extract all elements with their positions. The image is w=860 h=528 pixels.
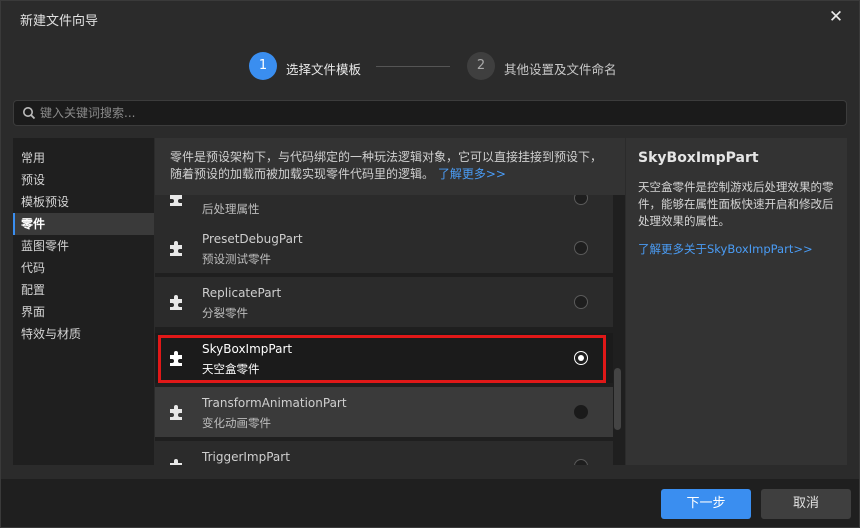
list-item-desc: 分裂零件 [202, 306, 248, 320]
sidebar-item-common[interactable]: 常用 [13, 147, 154, 169]
wizard-steps: 1 选择文件模板 2 其他设置及文件命名 [1, 51, 859, 83]
description-line-2: 随着预设的加载而被加载实现零件代码里的逻辑。 [170, 167, 435, 181]
list-item-desc: 变化动画零件 [202, 416, 271, 430]
list-item-name: TransformAnimationPart [202, 396, 347, 410]
list-item-radio[interactable] [574, 459, 588, 465]
puzzle-icon [170, 405, 182, 420]
sidebar-item-code[interactable]: 代码 [13, 257, 154, 279]
step-1-circle: 1 [249, 52, 277, 80]
step-2-label: 其他设置及文件命名 [504, 62, 617, 77]
list-item[interactable]: ReplicatePart 分裂零件 [155, 277, 613, 327]
window-title: 新建文件向导 [20, 14, 99, 29]
list-item[interactable]: TriggerImpPart [155, 441, 613, 465]
detail-learn-more-link[interactable]: 了解更多关于SkyBoxImpPart>> [638, 241, 835, 257]
puzzle-icon [170, 295, 182, 310]
next-button[interactable]: 下一步 [661, 489, 751, 519]
list-item-name: ReplicatePart [202, 286, 282, 300]
description-line-1: 零件是预设架构下，与代码绑定的一种玩法逻辑对象，它可以直接挂接到预设下， [170, 150, 603, 164]
dialog-footer: 下一步 取消 [1, 479, 859, 527]
learn-more-link[interactable]: 了解更多>> [438, 167, 506, 181]
list-item[interactable]: PresetDebugPart 预设测试零件 [155, 223, 613, 273]
category-sidebar: 常用 预设 模板预设 零件 蓝图零件 代码 配置 界面 特效与材质 [13, 138, 154, 465]
sidebar-item-blueprint-part[interactable]: 蓝图零件 [13, 235, 154, 257]
list-item-selected[interactable]: SkyBoxImpPart 天空盒零件 [155, 333, 613, 383]
step-connector [376, 66, 450, 67]
list-item-name: SkyBoxImpPart [202, 342, 293, 356]
sidebar-item-preset[interactable]: 预设 [13, 169, 154, 191]
list-item-desc: 后处理属性 [202, 202, 260, 216]
puzzle-icon [170, 351, 182, 366]
new-file-wizard-dialog: 新建文件向导 ✕ 1 选择文件模板 2 其他设置及文件命名 常用 预设 模板预设… [0, 0, 860, 528]
category-description: 零件是预设架构下，与代码绑定的一种玩法逻辑对象，它可以直接挂接到预设下， 随着预… [155, 138, 625, 195]
template-detail-panel: SkyBoxImpPart 天空盒零件是控制游戏后处理效果的零件，能够在属性面板… [626, 138, 847, 465]
search-input[interactable] [40, 103, 830, 123]
sidebar-item-config[interactable]: 配置 [13, 279, 154, 301]
list-item-radio-checked[interactable] [574, 351, 588, 365]
sidebar-item-effects-materials[interactable]: 特效与材质 [13, 323, 154, 345]
list-item-name: PresetDebugPart [202, 232, 303, 246]
list-item-name: TriggerImpPart [202, 450, 290, 464]
list-item-desc: 天空盒零件 [202, 362, 260, 376]
step-2-circle: 2 [467, 52, 495, 80]
list-item-radio[interactable] [574, 295, 588, 309]
title-bar: 新建文件向导 ✕ [1, 1, 859, 35]
list-item-desc: 预设测试零件 [202, 252, 271, 266]
list-item-radio[interactable] [574, 241, 588, 255]
detail-description: 天空盒零件是控制游戏后处理效果的零件，能够在属性面板快速开启和修改后处理效果的属… [638, 180, 834, 228]
search-box [13, 100, 847, 126]
list-item-radio[interactable] [574, 405, 588, 419]
close-icon[interactable]: ✕ [827, 8, 845, 26]
step-1-label: 选择文件模板 [286, 62, 362, 77]
detail-title: SkyBoxImpPart [638, 150, 759, 166]
sidebar-item-ui[interactable]: 界面 [13, 301, 154, 323]
sidebar-item-part[interactable]: 零件 [13, 213, 154, 235]
search-icon [23, 107, 36, 120]
puzzle-icon [170, 459, 182, 465]
list-item[interactable]: TransformAnimationPart 变化动画零件 [155, 387, 613, 437]
cancel-button[interactable]: 取消 [761, 489, 851, 519]
puzzle-icon [170, 241, 182, 256]
template-list-panel: 零件是预设架构下，与代码绑定的一种玩法逻辑对象，它可以直接挂接到预设下， 随着预… [155, 138, 625, 465]
list-scrollbar[interactable] [614, 368, 621, 430]
sidebar-item-template-preset[interactable]: 模板预设 [13, 191, 154, 213]
